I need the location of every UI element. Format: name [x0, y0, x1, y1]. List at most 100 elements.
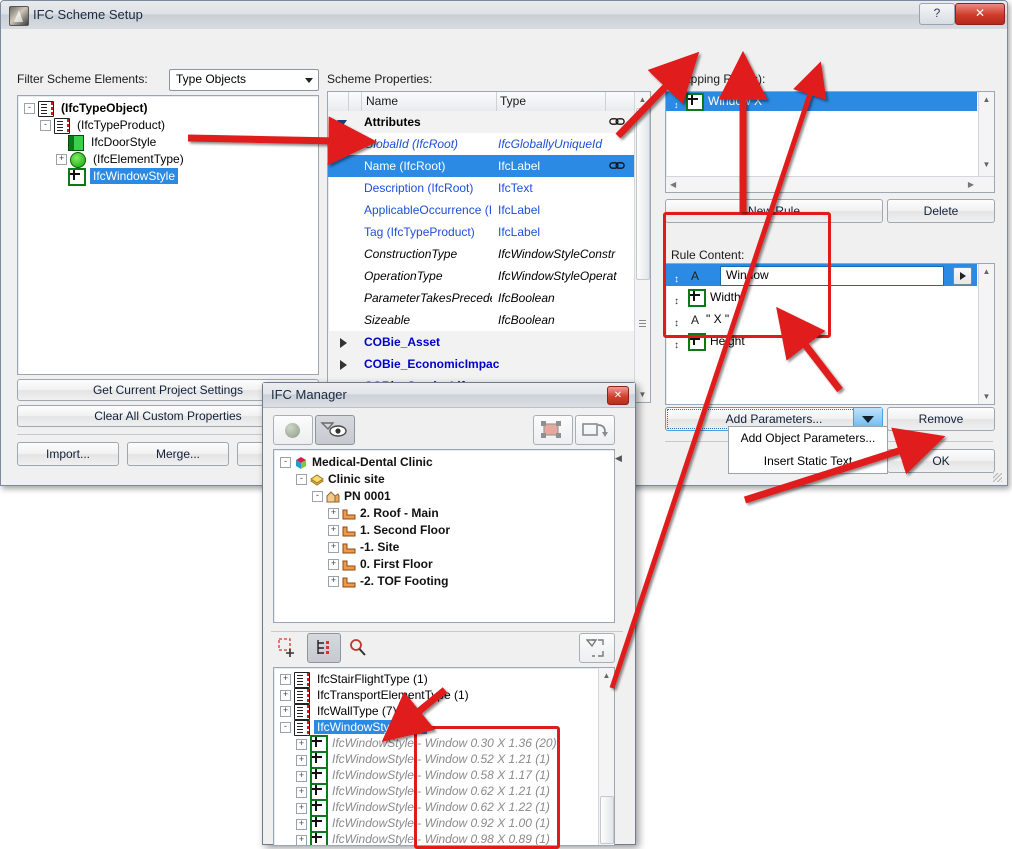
- project-tree-item[interactable]: + -2. TOF Footing: [278, 573, 614, 590]
- type-tree-item[interactable]: + IfcStairFlightType (1): [278, 671, 614, 688]
- eye-select-icon[interactable]: [315, 415, 355, 445]
- filter-tree-item[interactable]: IfcDoorStyle: [22, 134, 318, 151]
- property-row[interactable]: Tag (IfcTypeProduct) IfcLabel: [328, 221, 635, 243]
- reorder-handle-icon[interactable]: ↕: [674, 96, 679, 115]
- tree-expander[interactable]: -: [312, 491, 323, 503]
- close-icon[interactable]: ✕: [607, 386, 629, 405]
- tree-expander[interactable]: -: [280, 722, 291, 734]
- close-button[interactable]: ✕: [955, 3, 1005, 25]
- properties-scrollbar[interactable]: ▲ ▼: [634, 92, 650, 402]
- scroll-down-icon[interactable]: ▼: [635, 387, 650, 402]
- property-row[interactable]: Name (IfcRoot) IfcLabel: [328, 155, 635, 177]
- project-tree-item[interactable]: +0. First Floor: [278, 556, 614, 573]
- tree-view-icon[interactable]: [307, 633, 341, 663]
- type-tree-item[interactable]: + IfcWindowStyle - Window 0.62 X 1.21 (1): [278, 783, 614, 801]
- tree-expander[interactable]: +: [296, 818, 307, 830]
- ok-button[interactable]: OK: [887, 449, 995, 473]
- scroll-up-icon[interactable]: ▲: [979, 92, 994, 107]
- collapse-toggle-icon[interactable]: [662, 73, 671, 82]
- project-tree-item[interactable]: - PN 0001: [278, 488, 614, 505]
- rule-content-list[interactable]: ↕ A Window ↕ Width ↕ A " X " ↕ Height ▲ ▼: [665, 263, 995, 405]
- rule-content-item[interactable]: ↕ Width: [666, 286, 977, 308]
- filter-tree-item[interactable]: + (IfcElementType): [22, 151, 318, 168]
- search-icon[interactable]: [345, 635, 371, 661]
- property-row[interactable]: ConstructionType IfcWindowStyleConstr: [328, 243, 635, 265]
- property-row[interactable]: Description (IfcRoot) IfcText: [328, 177, 635, 199]
- type-tree-item[interactable]: + IfcWindowStyle - Window 0.30 X 1.36 (20…: [278, 735, 614, 753]
- column-header-type[interactable]: Type: [500, 94, 526, 108]
- rule-content-item[interactable]: ↕ A " X ": [666, 308, 977, 330]
- tree-expander[interactable]: -: [24, 103, 35, 115]
- tree-expander[interactable]: +: [296, 834, 307, 845]
- collapse-panel-icon[interactable]: ◀: [615, 453, 622, 464]
- add-parameters-menu[interactable]: Add Object Parameters... Insert Static T…: [728, 426, 888, 474]
- group-expander-icon[interactable]: [340, 338, 347, 348]
- property-row[interactable]: ApplicableOccurrence (Ifc IfcLabel: [328, 199, 635, 221]
- project-tree-item[interactable]: - Clinic site: [278, 471, 614, 488]
- mapping-rules-vscrollbar[interactable]: ▲ ▼: [978, 92, 994, 176]
- type-tree-item[interactable]: + IfcWallType (7): [278, 703, 614, 720]
- group-expander-icon[interactable]: [340, 360, 347, 370]
- filter-tree-panel[interactable]: - (IfcTypeObject) - (IfcTypeProduct) IfcDoor…: [17, 95, 319, 375]
- property-row[interactable]: COBie_Asset: [328, 331, 635, 353]
- tree-expander[interactable]: +: [328, 559, 339, 571]
- property-row[interactable]: Sizeable IfcBoolean: [328, 309, 635, 331]
- remove-button[interactable]: Remove: [887, 407, 995, 431]
- project-tree-item[interactable]: +1. Second Floor: [278, 522, 614, 539]
- scrollbar-thumb[interactable]: [600, 796, 614, 844]
- merge-button[interactable]: Merge...: [127, 442, 229, 466]
- type-tree-item[interactable]: + IfcWindowStyle - Window 0.52 X 1.21 (1): [278, 751, 614, 769]
- tree-expander[interactable]: +: [280, 690, 291, 702]
- scrollbar-thumb[interactable]: [636, 108, 650, 280]
- project-tree-item[interactable]: + -1. Site: [278, 539, 614, 556]
- property-row[interactable]: COBie_EconomicImpac: [328, 353, 635, 375]
- filter-scheme-elements-combo[interactable]: Type Objects: [169, 69, 319, 91]
- property-row[interactable]: ParameterTakesPreceden IfcBoolean: [328, 287, 635, 309]
- column-header-name[interactable]: Name: [366, 94, 398, 108]
- new-rule-button[interactable]: New Rule: [665, 199, 883, 223]
- tree-expander[interactable]: +: [296, 770, 307, 782]
- tree-expander[interactable]: +: [296, 802, 307, 814]
- tree-expander[interactable]: +: [328, 576, 339, 588]
- reorder-handle-icon[interactable]: ↕: [674, 335, 679, 357]
- filter-icon[interactable]: [579, 633, 615, 663]
- group-expander-icon[interactable]: [337, 120, 347, 127]
- menu-item-insert-static-text[interactable]: Insert Static Text: [729, 450, 887, 473]
- type-tree-item[interactable]: + IfcWindowStyle - Window 0.92 X 1.00 (1): [278, 815, 614, 833]
- filter-tree-item[interactable]: IfcWindowStyle: [22, 168, 318, 186]
- type-tree-scrollbar[interactable]: ▲: [598, 668, 614, 845]
- scroll-up-icon[interactable]: ▲: [635, 92, 650, 107]
- scroll-up-icon[interactable]: ▲: [979, 264, 994, 279]
- menu-item-add-object-parameters[interactable]: Add Object Parameters...: [729, 427, 887, 450]
- scroll-right-icon[interactable]: ▶: [968, 180, 974, 189]
- mapping-rules-list[interactable]: ↕ Window X ▲ ▼ ◀ ▶: [665, 91, 995, 193]
- scroll-left-icon[interactable]: ◀: [670, 180, 676, 189]
- tree-expander[interactable]: +: [296, 754, 307, 766]
- scroll-up-icon[interactable]: ▲: [599, 668, 614, 683]
- mapping-rules-hscrollbar[interactable]: ◀ ▶: [666, 176, 994, 192]
- scroll-down-icon[interactable]: ▼: [979, 157, 994, 172]
- import-button[interactable]: Import...: [17, 442, 119, 466]
- type-tree-item[interactable]: - IfcWindowStyle (21): [278, 719, 614, 736]
- new-element-icon[interactable]: [275, 635, 303, 661]
- assign-object-icon[interactable]: [575, 415, 615, 445]
- tree-expander[interactable]: -: [40, 120, 51, 132]
- type-tree-item[interactable]: + IfcWindowStyle - Window 0.58 X 1.17 (1): [278, 767, 614, 785]
- tree-expander[interactable]: +: [280, 706, 291, 718]
- project-tree-panel[interactable]: - Medical-Dental Clinic - Clinic site - PN 00…: [273, 449, 615, 623]
- tree-expander[interactable]: +: [296, 738, 307, 750]
- type-tree-item[interactable]: + IfcWindowStyle - Window 0.62 X 1.22 (1): [278, 799, 614, 817]
- delete-rule-button[interactable]: Delete: [887, 199, 995, 223]
- tree-expander[interactable]: +: [280, 674, 291, 686]
- filter-tree-item[interactable]: - (IfcTypeObject): [22, 100, 318, 117]
- property-row[interactable]: GlobalId (IfcRoot) IfcGloballyUniqueId: [328, 133, 635, 155]
- sphere-icon[interactable]: [273, 415, 313, 445]
- tree-expander[interactable]: +: [328, 542, 339, 554]
- rule-content-label[interactable]: Window: [726, 266, 769, 284]
- rule-content-item[interactable]: ↕ Height: [666, 330, 977, 352]
- tree-expander[interactable]: +: [296, 786, 307, 798]
- type-tree-item[interactable]: + IfcWindowStyle - Window 0.98 X 0.89 (1): [278, 831, 614, 845]
- rule-content-item[interactable]: ↕ A Window: [666, 264, 977, 286]
- tree-expander[interactable]: +: [328, 525, 339, 537]
- mapping-rule-item[interactable]: ↕ Window X: [666, 92, 977, 111]
